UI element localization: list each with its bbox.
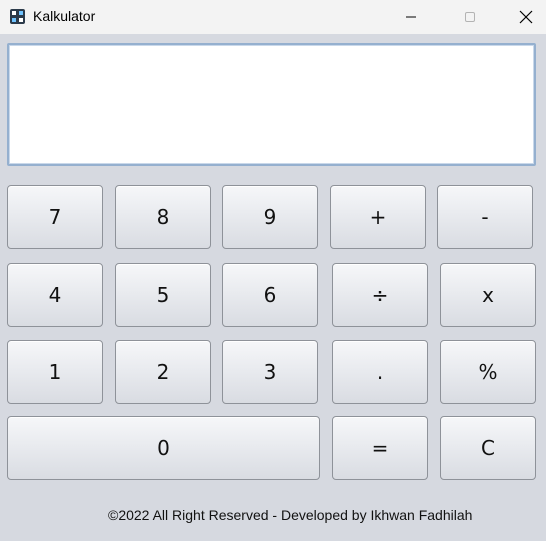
key-8[interactable]: 8 bbox=[115, 185, 211, 249]
maximize-icon bbox=[465, 12, 475, 22]
maximize-button[interactable] bbox=[447, 0, 493, 34]
key-4[interactable]: 4 bbox=[7, 263, 103, 327]
key-percent[interactable]: % bbox=[440, 340, 536, 404]
minimize-button[interactable] bbox=[388, 0, 434, 34]
key-decimal-point[interactable]: . bbox=[332, 340, 428, 404]
key-2[interactable]: 2 bbox=[115, 340, 211, 404]
key-7[interactable]: 7 bbox=[7, 185, 103, 249]
key-plus[interactable]: + bbox=[330, 185, 426, 249]
key-0[interactable]: 0 bbox=[7, 416, 320, 480]
key-3[interactable]: 3 bbox=[222, 340, 318, 404]
display-field[interactable] bbox=[7, 43, 536, 166]
key-divide[interactable]: ÷ bbox=[332, 263, 428, 327]
key-minus[interactable]: - bbox=[437, 185, 533, 249]
title-bar: Kalkulator bbox=[0, 0, 546, 34]
key-5[interactable]: 5 bbox=[115, 263, 211, 327]
minimize-icon bbox=[406, 16, 416, 18]
key-clear[interactable]: C bbox=[440, 416, 536, 480]
key-9[interactable]: 9 bbox=[222, 185, 318, 249]
key-multiply[interactable]: x bbox=[440, 263, 536, 327]
footer-copyright: ©2022 All Right Reserved - Developed by … bbox=[108, 507, 473, 523]
key-1[interactable]: 1 bbox=[7, 340, 103, 404]
key-equals[interactable]: = bbox=[332, 416, 428, 480]
calculator-app-icon bbox=[10, 9, 25, 24]
key-6[interactable]: 6 bbox=[222, 263, 318, 327]
close-icon bbox=[519, 10, 533, 24]
window-title: Kalkulator bbox=[33, 8, 96, 24]
close-button[interactable] bbox=[506, 0, 546, 34]
